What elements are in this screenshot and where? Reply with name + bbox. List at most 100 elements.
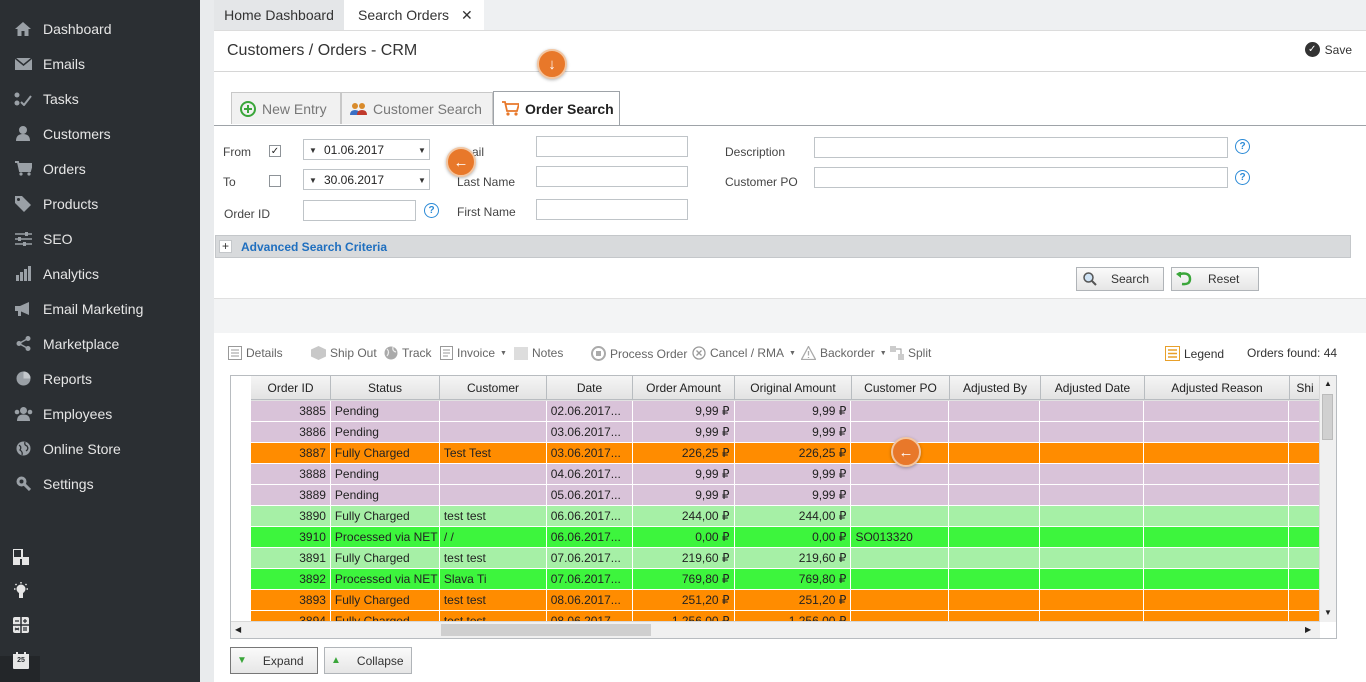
help-icon[interactable]: ? [424,203,439,218]
sidebar-item-settings[interactable]: Settings [0,466,200,501]
column-header[interactable]: Adjusted Date [1041,376,1145,400]
sidebar-item-employees[interactable]: Employees [0,396,200,431]
column-header[interactable]: Customer PO [852,376,950,400]
scroll-thumb[interactable] [1322,394,1333,440]
column-header[interactable]: Customer [440,376,547,400]
table-row[interactable]: 3893 Fully Charged test test 08.06.2017... 2… [251,590,1320,611]
column-header[interactable]: Order Amount [633,376,735,400]
caret-down-icon[interactable]: ▼ [309,146,317,155]
column-header[interactable]: Original Amount [735,376,852,400]
table-row[interactable]: 3892 Processed via NET Slava Ti 07.06.2017.… [251,569,1320,590]
email-field[interactable] [536,136,688,157]
tab-customer-search[interactable]: Customer Search [341,92,493,124]
invoice-button[interactable]: Invoice ▼ [440,346,507,360]
column-header[interactable]: Order ID [251,376,331,400]
help-icon[interactable]: ? [1235,139,1250,154]
cancel-rma-button[interactable]: Cancel / RMA ▼ [692,346,796,360]
sidebar-item-marketplace[interactable]: Marketplace [0,326,200,361]
collapse-button[interactable]: ▲ Collapse [324,647,412,674]
sidebar-item-analytics[interactable]: Analytics [0,256,200,291]
table-cell [439,464,547,485]
legend-button[interactable]: Legend [1165,346,1224,361]
sidebar-item-products[interactable]: Products [0,186,200,221]
sidebar-item-online-store[interactable]: Online Store [0,431,200,466]
advanced-search-label[interactable]: Advanced Search Criteria [241,240,387,254]
orders-grid[interactable]: Order ID Status Customer Date Order Amount Or… [230,375,1337,639]
expand-button[interactable]: ▼ Expand [230,647,318,674]
close-icon[interactable]: ✕ [461,7,473,24]
calendar-icon[interactable]: 25 [12,651,30,669]
sidebar-item-dashboard[interactable]: Dashboard [0,11,200,46]
scroll-right-icon[interactable]: ▶ [1305,625,1311,634]
ship-out-button[interactable]: Ship Out [311,346,377,360]
advanced-search-bar[interactable]: + Advanced Search Criteria [215,235,1351,258]
column-header[interactable]: Adjusted Reason [1145,376,1290,400]
column-header[interactable]: Adjusted By [950,376,1041,400]
column-header[interactable]: Status [331,376,440,400]
first-name-field[interactable] [536,199,688,220]
split-button[interactable]: Split [890,346,931,360]
process-order-button[interactable]: Process Order [591,346,687,361]
caret-down-icon[interactable]: ▼ [418,146,426,155]
notes-button[interactable]: Notes [514,346,563,360]
column-header[interactable]: Shi [1290,376,1321,400]
sidebar-item-customers[interactable]: Customers [0,116,200,151]
table-row[interactable]: 3889 Pending 05.06.2017... 9,99 ₽9,99 ₽ [251,485,1320,506]
scroll-down-icon[interactable]: ▼ [1324,608,1332,617]
hint-left-icon[interactable]: ← [891,437,921,467]
hint-down-icon[interactable]: ↓ [537,49,567,79]
expand-plus-icon[interactable]: + [219,240,232,253]
sidebar-item-tasks[interactable]: Tasks [0,81,200,116]
table-row[interactable]: 3886 Pending 03.06.2017... 9,99 ₽9,99 ₽ [251,422,1320,443]
table-row[interactable]: 3888 Pending 04.06.2017... 9,99 ₽9,99 ₽ [251,464,1320,485]
details-button[interactable]: Details [228,346,283,360]
tab-search-orders[interactable]: Search Orders ✕ [344,0,484,30]
table-cell: 769,80 ₽ [734,569,852,590]
search-button[interactable]: Search [1076,267,1164,291]
last-name-field[interactable] [536,166,688,187]
scroll-left-icon[interactable]: ◀ [235,625,241,634]
first-name-label: First Name [457,205,516,219]
from-checkbox[interactable]: ✓ [269,145,281,157]
table-cell: 9,99 ₽ [734,401,852,422]
vertical-scrollbar[interactable]: ▲ ▼ [1319,376,1336,622]
save-button[interactable]: ✓ Save [1304,42,1352,57]
layout-icon[interactable] [12,548,30,566]
table-row[interactable]: 3891 Fully Charged test test 07.06.2017... 2… [251,548,1320,569]
table-cell [439,401,547,422]
description-field[interactable] [814,137,1228,158]
globe-icon [384,346,398,360]
to-date-field[interactable]: 30.06.2017 [303,169,430,190]
track-button[interactable]: Track [384,346,432,360]
scroll-up-icon[interactable]: ▲ [1324,379,1332,388]
hint-left-icon[interactable]: ← [446,147,476,177]
customer-po-field[interactable] [814,167,1228,188]
caret-down-icon[interactable]: ▼ [418,176,426,185]
tab-home-dashboard[interactable]: Home Dashboard [214,0,344,30]
tab-order-search[interactable]: Order Search [493,91,620,125]
table-row[interactable]: 3910 Processed via NET / /06.06.2017... 0,0… [251,527,1320,548]
table-row[interactable]: 3887 Fully Charged Test Test 03.06.2017... 2… [251,443,1320,464]
to-checkbox[interactable] [269,175,281,187]
tab-new-entry[interactable]: New Entry [231,92,341,124]
order-id-field[interactable] [303,200,416,221]
sidebar-item-seo[interactable]: SEO [0,221,200,256]
calculator-icon[interactable] [12,616,30,634]
from-date-field[interactable]: 01.06.2017 [303,139,430,160]
caret-down-icon[interactable]: ▼ [309,176,317,185]
reset-button[interactable]: Reset [1171,267,1259,291]
column-header[interactable]: Date [547,376,633,400]
table-row[interactable]: 3894 Fully Charged test test 08.06.2017... 1… [251,611,1320,621]
sidebar-item-reports[interactable]: Reports [0,361,200,396]
table-row[interactable]: 3890 Fully Charged test test 06.06.2017... 2… [251,506,1320,527]
sidebar-item-email-marketing[interactable]: Email Marketing [0,291,200,326]
to-date-value: 30.06.2017 [324,172,385,187]
sidebar-item-emails[interactable]: Emails [0,46,200,81]
scroll-thumb[interactable] [441,624,651,636]
table-row[interactable]: 3885 Pending 02.06.2017... 9,99 ₽9,99 ₽ [251,401,1320,422]
help-icon[interactable]: ? [1235,170,1250,185]
backorder-button[interactable]: Backorder ▼ [801,346,887,360]
sidebar-item-orders[interactable]: Orders [0,151,200,186]
horizontal-scrollbar[interactable]: ◀ ▶ [231,621,1320,638]
lightbulb-icon[interactable] [12,582,30,600]
